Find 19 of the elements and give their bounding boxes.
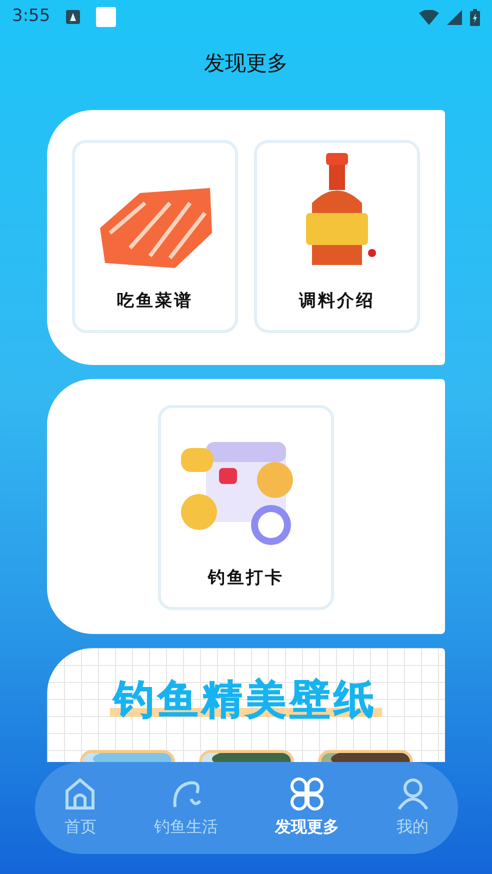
nav-tab[interactable]: 我的 (396, 777, 430, 839)
page-title: 发现更多 (203, 50, 289, 77)
nav-tab[interactable]: 钓鱼生活 (154, 777, 218, 839)
user-icon (396, 777, 430, 811)
notification-icon (66, 10, 80, 24)
nav-tab[interactable]: 首页 (63, 777, 98, 839)
feature-tile[interactable]: 吃鱼菜谱 (72, 140, 238, 333)
status-time: 3:55 (12, 5, 50, 28)
nav-tab[interactable]: 发现更多 (274, 777, 339, 839)
signal-icon (447, 10, 462, 24)
feature-tile[interactable]: 调料介绍 (254, 140, 420, 333)
clover-icon (290, 777, 324, 811)
feature-tile[interactable]: 钓鱼打卡 (158, 405, 334, 610)
wifi-icon (419, 10, 439, 24)
square-icon (96, 7, 116, 27)
wallpaper-card[interactable]: 钓鱼精美壁纸 (47, 648, 445, 762)
banner-title: 钓鱼精美壁纸 (110, 680, 382, 720)
home-icon (63, 777, 98, 811)
battery-icon (470, 8, 480, 26)
